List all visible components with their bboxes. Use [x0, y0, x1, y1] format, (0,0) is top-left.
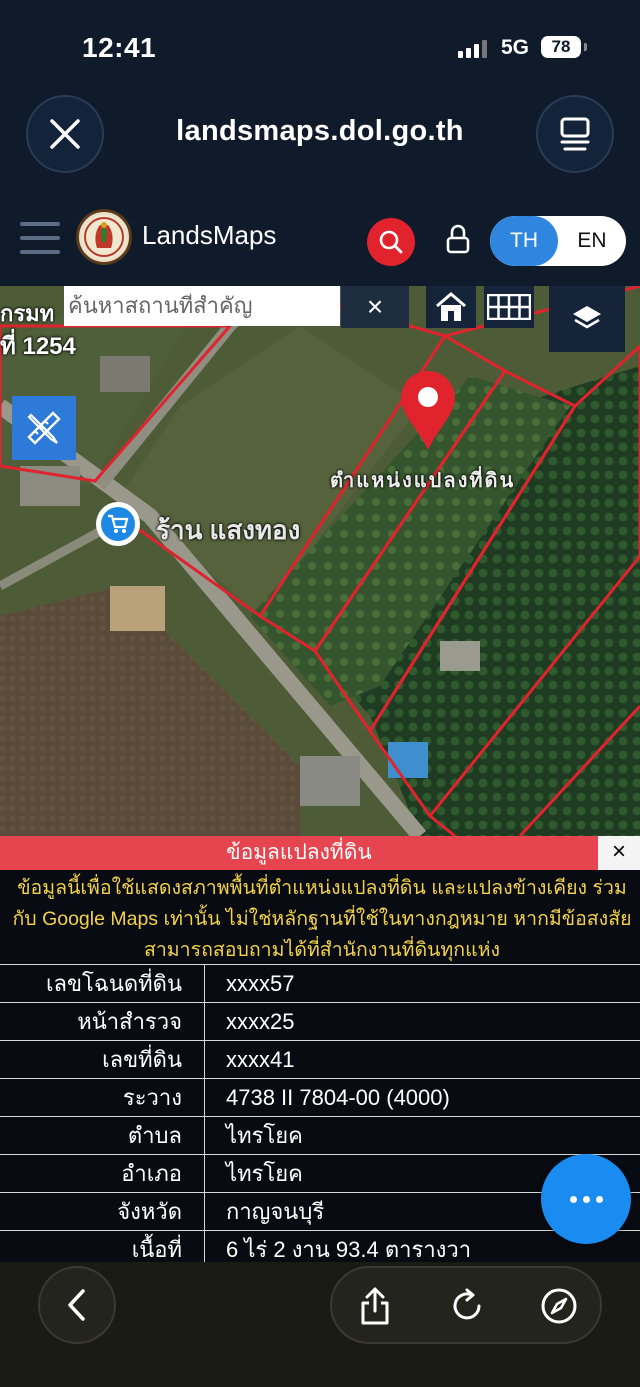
compass-icon — [541, 1288, 577, 1324]
brand-name: LandsMaps — [142, 220, 277, 250]
more-options-button[interactable] — [541, 1154, 631, 1244]
landsmaps-logo — [76, 209, 132, 265]
battery-icon: 78 — [541, 36, 587, 58]
home-button[interactable] — [426, 286, 476, 328]
tabs-button[interactable] — [536, 95, 614, 173]
chevron-left-icon — [68, 1289, 85, 1321]
table-row: ตำบล ไทรโยค — [0, 1116, 640, 1155]
disclaimer-note: ข้อมูลนี้เพื่อใช้แสดงสภาพพื้นที่ตำแหน่งแ… — [12, 877, 632, 961]
row-key: ระวาง — [0, 1079, 205, 1117]
row-key: เลขโฉนดที่ดิน — [0, 965, 205, 1003]
table-row: เนื้อที่ 6 ไร่ 2 งาน 93.4 ตารางวา — [0, 1230, 640, 1262]
row-value: ไทรโยค — [226, 1161, 303, 1186]
signal-icon — [458, 40, 487, 58]
row-value: 4738 II 7804-00 (4000) — [226, 1085, 450, 1110]
row-key: ตำบล — [0, 1117, 205, 1155]
compass-button[interactable] — [538, 1285, 580, 1327]
app-root: 12:41 5G 78 landsmaps.dol.go.th LandsMap… — [0, 0, 640, 1387]
status-bar: 12:41 5G 78 — [0, 0, 640, 95]
shop-label: ร้าน แสงทอง — [156, 515, 301, 545]
site-header: LandsMaps TH EN — [0, 200, 640, 286]
measure-draw-button[interactable] — [12, 396, 76, 460]
shop-marker[interactable] — [96, 502, 140, 546]
more-icon — [569, 1195, 603, 1203]
network-label: 5G — [501, 36, 530, 59]
row-value: 6 ไร่ 2 งาน 93.4 ตารางวา — [226, 1237, 472, 1262]
table-row: เลขโฉนดที่ดิน xxxx57 — [0, 964, 640, 1003]
grid-button[interactable] — [484, 286, 534, 328]
search-button[interactable] — [367, 218, 415, 266]
browser-toolbar — [0, 1262, 640, 1387]
row-value: ไทรโยค — [226, 1123, 303, 1148]
table-row: เลขที่ดิน xxxx41 — [0, 1040, 640, 1079]
place-search-input[interactable] — [68, 293, 340, 319]
table-row: หน้าสำรวจ xxxx25 — [0, 1002, 640, 1041]
menu-icon[interactable] — [20, 222, 60, 254]
reload-button[interactable] — [446, 1285, 488, 1327]
map-label-number: ที่ 1254 — [0, 333, 76, 360]
row-value: xxxx41 — [226, 1047, 295, 1072]
reload-icon — [453, 1288, 481, 1320]
back-button[interactable] — [38, 1266, 116, 1344]
row-key: เลขที่ดิน — [0, 1041, 205, 1079]
row-value: กาญจนบุรี — [226, 1199, 325, 1224]
cart-icon — [108, 514, 129, 533]
lang-en-button[interactable]: EN — [558, 216, 626, 266]
layers-icon — [573, 306, 601, 329]
map-pin-icon — [401, 371, 455, 450]
row-key: เนื้อที่ — [0, 1231, 205, 1262]
place-search[interactable] — [64, 286, 340, 326]
status-time: 12:41 — [82, 32, 157, 63]
layers-button[interactable] — [549, 286, 625, 352]
search-icon — [379, 230, 403, 254]
grid-icon — [487, 294, 531, 320]
lock-icon — [446, 224, 470, 254]
toolbar-actions — [330, 1266, 602, 1344]
row-key: อำเภอ — [0, 1155, 205, 1193]
browser-urlbar: landsmaps.dol.go.th — [0, 90, 640, 190]
share-icon — [361, 1287, 389, 1325]
panel-close-button[interactable]: × — [598, 836, 640, 870]
map-imagery — [0, 286, 640, 836]
panel-title: ข้อมูลแปลงที่ดิน — [0, 836, 598, 870]
ruler-pencil-icon — [27, 411, 61, 445]
share-button[interactable] — [354, 1285, 396, 1327]
row-value: xxxx57 — [226, 971, 295, 996]
row-key: หน้าสำรวจ — [0, 1003, 205, 1041]
satellite-map[interactable]: กรมท ที่ 1254 × — [0, 286, 640, 836]
parcel-position-label: ตำแหน่งแปลงที่ดิน — [330, 470, 516, 492]
battery-level: 78 — [551, 37, 571, 56]
row-value: xxxx25 — [226, 1009, 295, 1034]
clear-search-button[interactable]: × — [341, 286, 409, 328]
row-key: จังหวัด — [0, 1193, 205, 1231]
language-switch[interactable]: TH EN — [490, 216, 626, 266]
table-row: ระวาง 4738 II 7804-00 (4000) — [0, 1078, 640, 1117]
lang-th-button[interactable]: TH — [490, 216, 558, 266]
tabs-icon — [560, 117, 590, 151]
home-icon — [436, 292, 466, 321]
lock-button[interactable] — [443, 222, 473, 258]
